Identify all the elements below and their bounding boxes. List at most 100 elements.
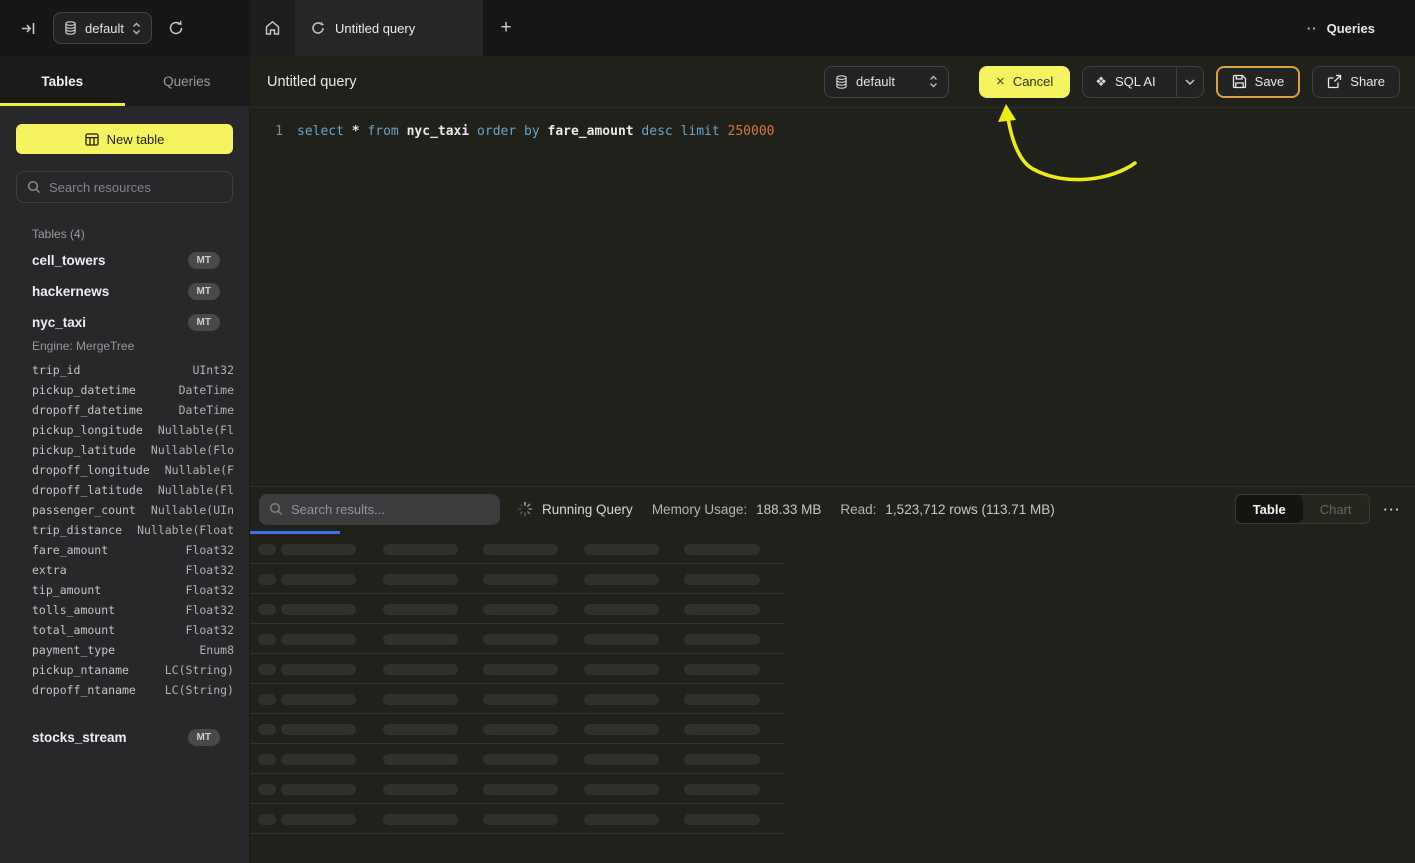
sidebar-tabs: Tables Queries [0,56,249,106]
column-row[interactable]: dropoff_datetimeDateTime [32,400,234,420]
column-row[interactable]: trip_distanceNullable(Float [32,520,234,540]
sidebar-tab-queries[interactable]: Queries [125,56,250,106]
skeleton-cell [258,694,276,705]
sql-token [540,124,548,139]
cancel-button[interactable]: × Cancel [979,66,1070,98]
column-row[interactable]: payment_typeEnum8 [32,640,234,660]
skeleton-cell [281,784,356,795]
updown-chevron-icon [132,22,141,35]
toggle-table[interactable]: Table [1236,495,1303,523]
sidebar-collapse-icon[interactable] [20,20,37,37]
column-row[interactable]: tolls_amountFloat32 [32,600,234,620]
skeleton-row [250,684,784,714]
share-button[interactable]: Share [1312,66,1400,98]
sidebar-tab-tables[interactable]: Tables [0,56,125,106]
column-name: dropoff_ntaname [32,680,136,700]
columns-spacer [16,706,233,722]
column-type: DateTime [179,400,234,420]
tab-strip: Untitled query + [250,0,1307,56]
results-search-placeholder: Search results... [291,502,385,517]
skeleton-cell [584,634,659,645]
sidebar-body: New table Search resources Tables (4) ce… [0,106,249,753]
skeleton-cell [684,664,760,675]
column-name: payment_type [32,640,115,660]
table-name: stocks_stream [32,730,127,745]
skeleton-cell [281,574,356,585]
updown-chevron-icon [929,75,938,88]
skeleton-cell [483,604,558,615]
home-button[interactable] [250,0,295,56]
spinner-icon [517,501,533,517]
column-row[interactable]: trip_idUInt32 [32,360,234,380]
skeleton-cell [258,544,276,555]
sql-editor[interactable]: 1 select * from nyc_taxi order by fare_a… [250,108,1415,142]
table-item[interactable]: hackernewsMT [16,276,233,307]
new-tab-button[interactable]: + [483,0,529,56]
queries-link-label: Queries [1327,21,1375,36]
skeleton-cell [684,574,760,585]
table-item[interactable]: cell_towersMT [16,245,233,276]
skeleton-row [250,714,784,744]
column-type: Float32 [186,580,234,600]
column-row[interactable]: pickup_longitudeNullable(Fl [32,420,234,440]
table-engine-label: Engine: MergeTree [32,339,233,353]
column-name: pickup_latitude [32,440,136,460]
new-table-button[interactable]: New table [16,124,233,154]
column-row[interactable]: pickup_latitude Nullable(Flo [32,440,234,460]
skeleton-cell [684,544,760,555]
table-engine-badge: MT [188,283,220,300]
skeleton-cell [258,724,276,735]
column-type: Nullable(F [165,460,234,480]
skeleton-row [250,624,784,654]
column-type: Nullable(Float [137,520,234,540]
column-row[interactable]: dropoff_latitudeNullable(Fl [32,480,234,500]
skeleton-cell [483,634,558,645]
tab-untitled-query[interactable]: Untitled query [295,0,483,56]
column-type: UInt32 [192,360,234,380]
skeleton-cell [483,724,558,735]
table-name: nyc_taxi [32,315,86,330]
column-type: LC(String) [165,680,234,700]
refresh-icon[interactable] [168,20,184,36]
chevron-down-icon [1185,79,1195,85]
column-row[interactable]: fare_amountFloat32 [32,540,234,560]
table-grid-icon [85,133,99,146]
save-button[interactable]: Save [1216,66,1301,98]
column-row[interactable]: total_amountFloat32 [32,620,234,640]
column-row[interactable]: tip_amountFloat32 [32,580,234,600]
column-row[interactable]: dropoff_longitudeNullable(F [32,460,234,480]
column-row[interactable]: pickup_ntanameLC(String) [32,660,234,680]
toggle-chart[interactable]: Chart [1303,495,1369,523]
skeleton-cell [281,664,356,675]
column-name: total_amount [32,620,115,640]
column-row[interactable]: pickup_datetimeDateTime [32,380,234,400]
queries-link[interactable]: ·· Queries [1307,0,1415,56]
skeleton-cell [258,754,276,765]
close-icon: × [996,73,1005,90]
sql-ai-button[interactable]: ❖ SQL AI [1082,66,1203,98]
skeleton-row [250,594,784,624]
sql-token [399,124,407,139]
results-search-input[interactable]: Search results... [259,494,500,525]
sql-token [469,124,477,139]
results-panel: Search results... Running Query Memory U… [250,486,1415,863]
column-type: Nullable(UIn [151,500,234,520]
database-selector[interactable]: default [53,12,152,44]
column-type: Nullable(Flo [151,440,234,460]
skeleton-cell [684,694,760,705]
query-database-selector[interactable]: default [824,66,949,98]
skeleton-cell [258,604,276,615]
results-skeleton [250,534,1415,834]
column-row[interactable]: passenger_countNullable(UIn [32,500,234,520]
column-row[interactable]: extraFloat32 [32,560,234,580]
table-item[interactable]: stocks_streamMT [16,722,233,753]
skeleton-cell [383,664,458,675]
skeleton-cell [684,604,760,615]
sql-ai-dropdown[interactable] [1176,67,1203,97]
resource-search-input[interactable]: Search resources [16,171,233,203]
table-item[interactable]: nyc_taxiMT [16,307,233,338]
more-options-button[interactable]: ··· [1384,502,1402,517]
column-row[interactable]: dropoff_ntaname LC(String) [32,680,234,700]
query-title: Untitled query [267,74,356,90]
sql-token [720,124,728,139]
